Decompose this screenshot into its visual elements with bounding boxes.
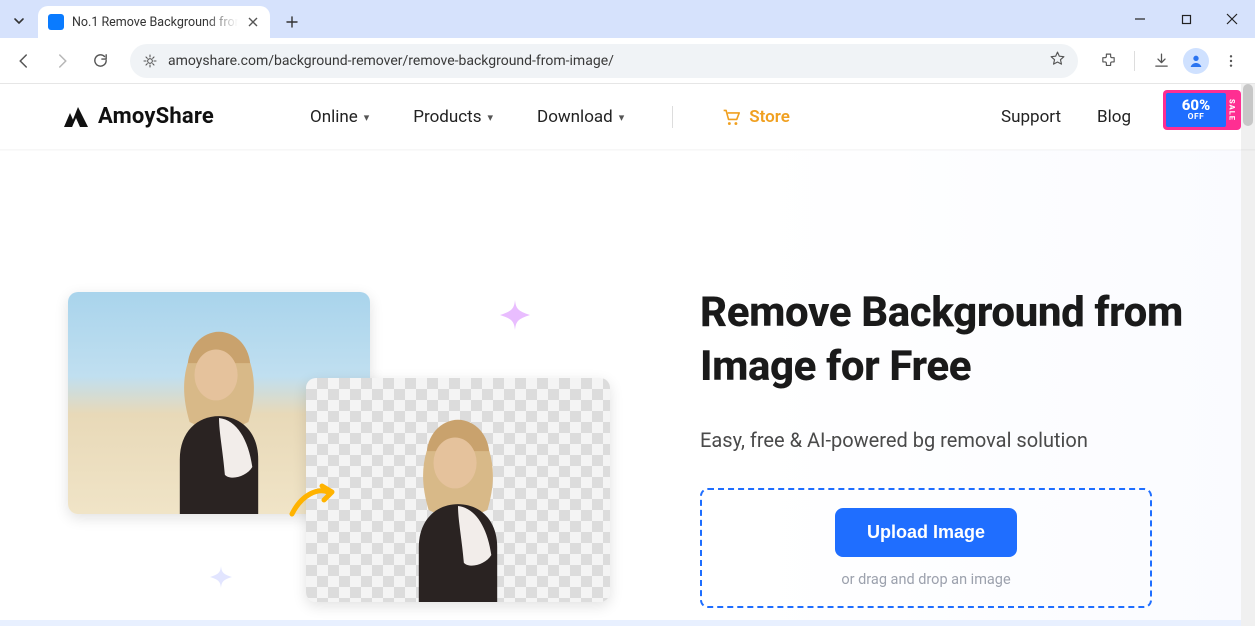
person-silhouette: [388, 410, 528, 602]
sparkle-icon: [210, 566, 232, 588]
person-silhouette: [149, 322, 289, 514]
tab-search-dropdown[interactable]: [6, 8, 32, 34]
profile-avatar[interactable]: [1183, 48, 1209, 74]
window-controls: [1117, 0, 1255, 38]
chevron-down-icon: ▾: [488, 111, 494, 124]
back-button[interactable]: [8, 45, 40, 77]
close-window-button[interactable]: [1209, 0, 1255, 38]
minimize-button[interactable]: [1117, 0, 1163, 38]
sale-side-label: SALE: [1226, 93, 1238, 127]
nav-store-label: Store: [749, 107, 790, 127]
cart-icon: [721, 108, 741, 126]
brand-mark-icon: [62, 105, 90, 129]
maximize-button[interactable]: [1163, 0, 1209, 38]
nav-products[interactable]: Products ▾: [413, 107, 493, 127]
new-tab-button[interactable]: [278, 8, 306, 36]
site-header: AmoyShare Online ▾ Products ▾ Download ▾…: [0, 84, 1255, 150]
page-footer-edge: [0, 620, 1241, 626]
hero-illustration: [0, 150, 640, 626]
hero-content: Remove Background from Image for Free Ea…: [640, 150, 1241, 626]
chrome-menu-icon[interactable]: [1215, 45, 1247, 77]
nav-separator: [672, 106, 673, 128]
nav-support[interactable]: Support: [1001, 107, 1061, 127]
toolbar-separator: [1134, 51, 1135, 71]
close-tab-icon[interactable]: [246, 15, 260, 29]
example-after-image: [306, 378, 610, 602]
arrow-icon: [288, 480, 338, 520]
extensions-icon[interactable]: [1092, 45, 1124, 77]
main-nav: Online ▾ Products ▾ Download ▾ Store: [310, 106, 790, 128]
sale-percent: 60%: [1182, 98, 1210, 113]
hero-section: Remove Background from Image for Free Ea…: [0, 150, 1255, 626]
bookmark-star-icon[interactable]: [1049, 50, 1066, 71]
reload-button[interactable]: [84, 45, 116, 77]
nav-online[interactable]: Online ▾: [310, 107, 369, 127]
nav-download-label: Download: [537, 107, 613, 127]
upload-button[interactable]: Upload Image: [835, 508, 1017, 557]
nav-download[interactable]: Download ▾: [537, 107, 624, 127]
address-bar[interactable]: amoyshare.com/background-remover/remove-…: [130, 44, 1078, 78]
nav-products-label: Products: [413, 107, 481, 127]
nav-store[interactable]: Store: [721, 107, 790, 127]
site-info-icon[interactable]: [142, 53, 158, 69]
upload-dropzone[interactable]: Upload Image or drag and drop an image: [700, 488, 1152, 608]
nav-support-label: Support: [1001, 107, 1061, 127]
browser-toolbar: amoyshare.com/background-remover/remove-…: [0, 38, 1255, 84]
page-headline: Remove Background from Image for Free: [700, 286, 1241, 394]
drop-hint-text: or drag and drop an image: [841, 571, 1010, 588]
nav-online-label: Online: [310, 107, 358, 127]
tab-title: No.1 Remove Background from: [72, 15, 238, 30]
tab-favicon: [48, 14, 64, 30]
browser-tab[interactable]: No.1 Remove Background from: [38, 6, 270, 38]
url-text: amoyshare.com/background-remover/remove-…: [168, 53, 1039, 69]
scrollbar[interactable]: [1241, 84, 1255, 626]
sparkle-icon: [500, 300, 530, 330]
brand-logo[interactable]: AmoyShare: [62, 104, 214, 129]
page-viewport: AmoyShare Online ▾ Products ▾ Download ▾…: [0, 84, 1255, 626]
page-subline: Easy, free & AI-powered bg removal solut…: [700, 428, 1241, 452]
sale-off: OFF: [1188, 113, 1205, 122]
secondary-nav: Support Blog: [1001, 104, 1187, 129]
chevron-down-icon: ▾: [619, 111, 625, 124]
sale-badge[interactable]: 60% OFF SALE: [1163, 90, 1241, 130]
brand-name: AmoyShare: [98, 104, 214, 129]
nav-blog-label: Blog: [1097, 107, 1131, 127]
nav-blog[interactable]: Blog: [1097, 107, 1131, 127]
download-icon[interactable]: [1145, 45, 1177, 77]
sale-badge-inner: 60% OFF: [1166, 93, 1226, 127]
browser-tabbar: No.1 Remove Background from: [0, 0, 1255, 38]
forward-button[interactable]: [46, 45, 78, 77]
chevron-down-icon: ▾: [364, 111, 370, 124]
